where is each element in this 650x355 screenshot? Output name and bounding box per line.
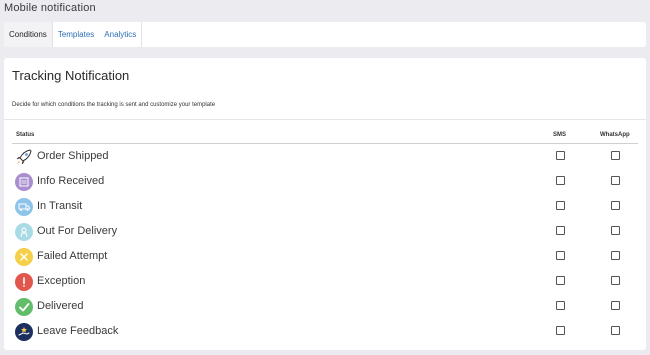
table-row: Leave Feedback xyxy=(12,320,638,344)
row-label: Delivered xyxy=(37,300,84,312)
table-row: Out For Delivery xyxy=(12,220,638,244)
whatsapp-checkbox[interactable] xyxy=(611,301,620,310)
header-whatsapp: WhatsApp xyxy=(600,132,630,138)
table-row: In Transit xyxy=(12,195,638,219)
row-label: Order Shipped xyxy=(37,150,109,162)
whatsapp-checkbox[interactable] xyxy=(611,251,620,260)
tab-templates[interactable]: Templates xyxy=(53,22,99,47)
row-label: Info Received xyxy=(37,175,105,187)
page-title: Mobile notification xyxy=(4,2,96,14)
row-label: Failed Attempt xyxy=(37,250,108,262)
info-received-icon xyxy=(15,173,33,191)
rocket-icon xyxy=(15,148,33,166)
table-row: Exception xyxy=(12,270,638,294)
row-label: In Transit xyxy=(37,200,83,212)
divider xyxy=(4,119,646,120)
row-label: Exception xyxy=(37,275,86,287)
sms-checkbox[interactable] xyxy=(556,151,565,160)
row-label: Out For Delivery xyxy=(37,225,118,237)
sms-checkbox[interactable] xyxy=(556,326,565,335)
header-sms: SMS xyxy=(553,132,567,138)
sms-checkbox[interactable] xyxy=(556,176,565,185)
sms-checkbox[interactable] xyxy=(556,201,565,210)
feedback-icon xyxy=(15,323,33,341)
in-transit-icon xyxy=(15,198,33,216)
row-label: Leave Feedback xyxy=(37,325,119,337)
card-title: Tracking Notification xyxy=(12,68,130,83)
table-row: Order Shipped xyxy=(12,145,638,169)
tab-analytics[interactable]: Analytics xyxy=(99,22,143,47)
sms-checkbox[interactable] xyxy=(556,276,565,285)
tabs-bar: Conditions Templates Analytics xyxy=(4,22,646,47)
card-description: Decide for which conditions the tracking… xyxy=(12,102,216,108)
table-row: Delivered xyxy=(12,295,638,319)
sms-checkbox[interactable] xyxy=(556,226,565,235)
whatsapp-checkbox[interactable] xyxy=(611,226,620,235)
header-status: Status xyxy=(16,132,35,138)
table-row: Failed Attempt xyxy=(12,245,638,269)
delivered-icon xyxy=(15,298,33,316)
whatsapp-checkbox[interactable] xyxy=(611,276,620,285)
table-header: Status SMS WhatsApp xyxy=(12,130,638,144)
whatsapp-checkbox[interactable] xyxy=(611,151,620,160)
failed-attempt-icon xyxy=(15,248,33,266)
whatsapp-checkbox[interactable] xyxy=(611,176,620,185)
table-row: Info Received xyxy=(12,170,638,194)
sms-checkbox[interactable] xyxy=(556,301,565,310)
tab-conditions[interactable]: Conditions xyxy=(4,22,53,47)
out-for-delivery-icon xyxy=(15,223,33,241)
exception-icon xyxy=(15,273,33,291)
sms-checkbox[interactable] xyxy=(556,251,565,260)
tracking-card: Tracking Notification Decide for which c… xyxy=(4,58,646,350)
whatsapp-checkbox[interactable] xyxy=(611,201,620,210)
whatsapp-checkbox[interactable] xyxy=(611,326,620,335)
